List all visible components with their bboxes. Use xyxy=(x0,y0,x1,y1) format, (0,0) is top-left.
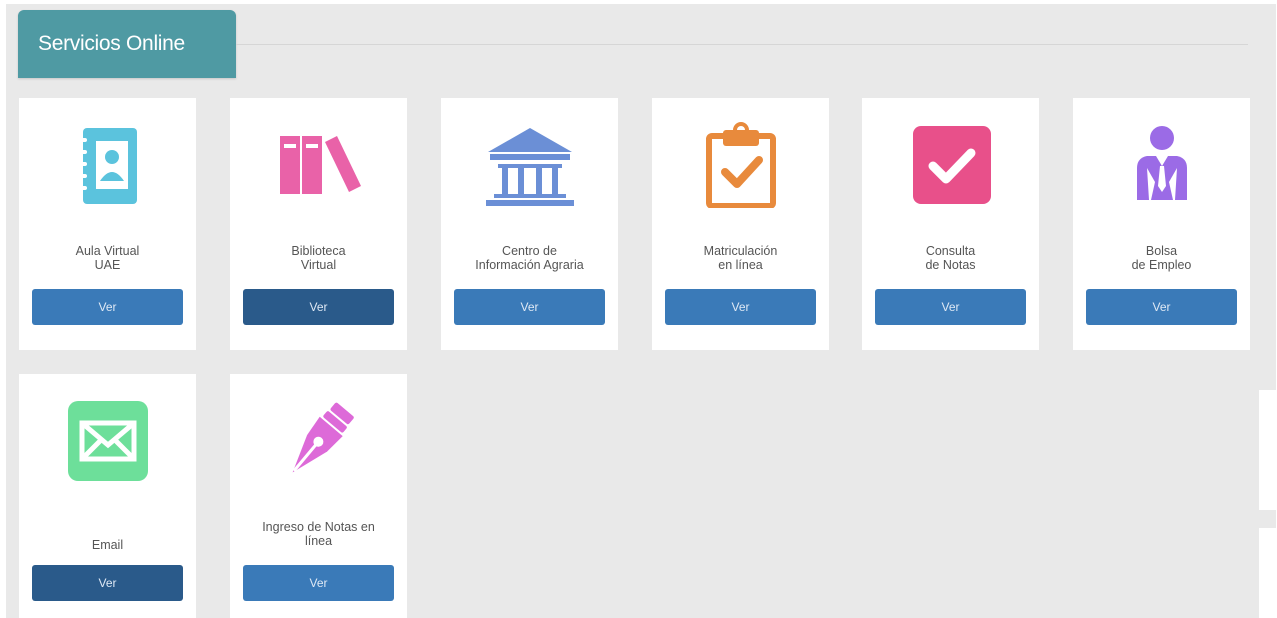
card-biblioteca-virtual[interactable]: Biblioteca Virtual Ver xyxy=(230,98,407,350)
institution-icon xyxy=(441,120,618,210)
checkbox-icon xyxy=(862,120,1039,210)
card-label: Biblioteca Virtual xyxy=(291,244,346,272)
employee-icon xyxy=(1073,120,1250,210)
ver-button[interactable]: Ver xyxy=(875,289,1026,325)
card-bolsa-de-empleo[interactable]: Bolsa de Empleo Ver xyxy=(1073,98,1250,350)
books-icon xyxy=(230,120,407,210)
card-aula-virtual[interactable]: Aula Virtual UAE Ver xyxy=(19,98,196,350)
right-edge-widget[interactable] xyxy=(1259,528,1277,618)
header-divider xyxy=(236,44,1248,45)
card-label: Email xyxy=(91,538,124,552)
card-label: Ingreso de Notas en línea xyxy=(262,520,375,548)
section-title: Servicios Online xyxy=(38,32,185,55)
section-header: Servicios Online xyxy=(18,10,236,78)
card-ingreso-de-notas[interactable]: Ingreso de Notas en línea Ver xyxy=(230,374,407,618)
right-edge-panel xyxy=(1259,390,1277,510)
ver-button[interactable]: Ver xyxy=(454,289,605,325)
ver-button[interactable]: Ver xyxy=(243,289,394,325)
ver-button[interactable]: Ver xyxy=(1086,289,1237,325)
card-label: Consulta de Notas xyxy=(925,244,976,272)
envelope-icon xyxy=(19,396,196,486)
ver-button[interactable]: Ver xyxy=(32,289,183,325)
card-label: Matriculación en línea xyxy=(703,244,778,272)
card-email[interactable]: Email Ver xyxy=(19,374,196,618)
card-label: Aula Virtual UAE xyxy=(75,244,140,272)
card-label: Centro de Información Agraria xyxy=(475,244,584,272)
card-consulta-de-notas[interactable]: Consulta de Notas Ver xyxy=(862,98,1039,350)
ver-button[interactable]: Ver xyxy=(243,565,394,601)
ver-button[interactable]: Ver xyxy=(665,289,816,325)
pen-nib-icon xyxy=(230,396,407,486)
card-centro-informacion-agraria[interactable]: Centro de Información Agraria Ver xyxy=(441,98,618,350)
card-label: Bolsa de Empleo xyxy=(1131,244,1192,272)
ver-button[interactable]: Ver xyxy=(32,565,183,601)
clipboard-check-icon xyxy=(652,120,829,210)
contact-book-icon xyxy=(19,120,196,210)
card-matriculacion-en-linea[interactable]: Matriculación en línea Ver xyxy=(652,98,829,350)
